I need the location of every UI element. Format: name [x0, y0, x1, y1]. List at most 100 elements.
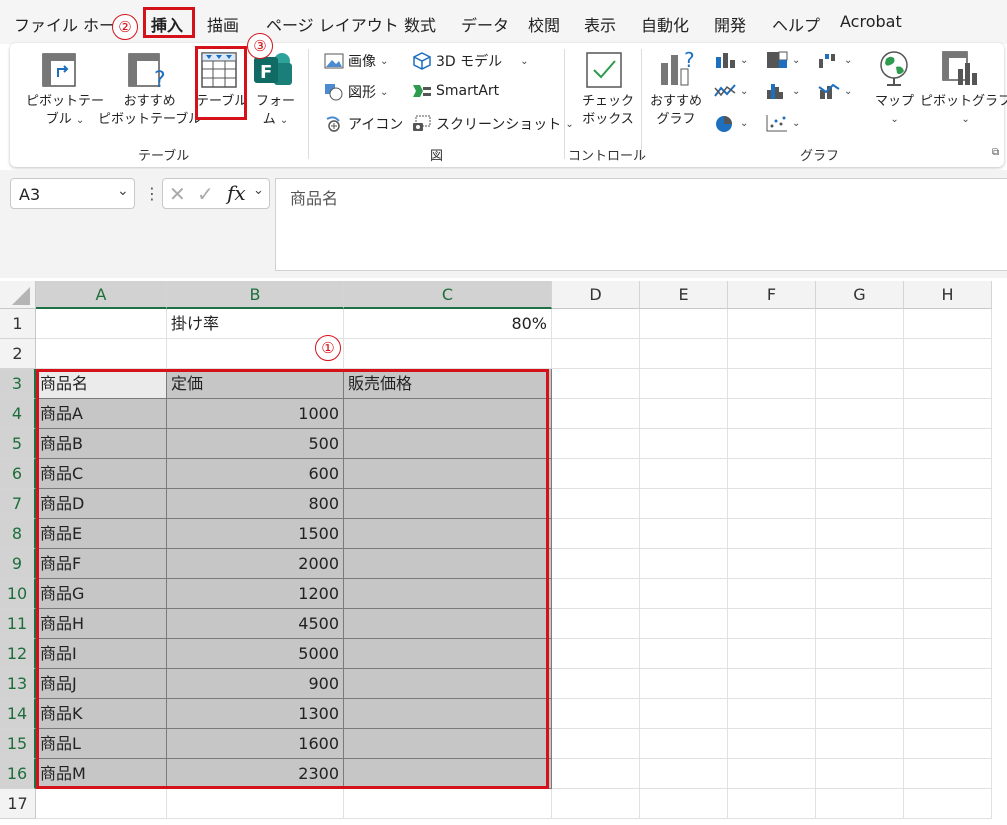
- cell-g3[interactable]: [816, 369, 904, 399]
- recommended-pivot-button[interactable]: ?: [126, 51, 170, 95]
- more-options-icon[interactable]: ⋮: [144, 184, 160, 203]
- cell-f1[interactable]: [728, 309, 816, 339]
- menu-automate[interactable]: 自動化: [641, 12, 689, 36]
- cell-h17[interactable]: [904, 789, 992, 819]
- cell-e4[interactable]: [640, 399, 728, 429]
- cell-d14[interactable]: [552, 699, 640, 729]
- chevron-down-icon[interactable]: ⌄: [253, 183, 264, 198]
- menu-acrobat[interactable]: Acrobat: [840, 12, 902, 31]
- cell-d11[interactable]: [552, 609, 640, 639]
- cell-d10[interactable]: [552, 579, 640, 609]
- cell-f11[interactable]: [728, 609, 816, 639]
- cell-h14[interactable]: [904, 699, 992, 729]
- column-header-d[interactable]: D: [552, 281, 640, 309]
- scatter-chart-button[interactable]: ⌄: [766, 114, 800, 132]
- smartart-button[interactable]: SmartArt: [412, 82, 499, 100]
- cell-f15[interactable]: [728, 729, 816, 759]
- statistic-chart-button[interactable]: ⌄: [766, 82, 800, 100]
- cell-e15[interactable]: [640, 729, 728, 759]
- menu-page-layout[interactable]: ページ レイアウト: [266, 12, 399, 36]
- cell-f4[interactable]: [728, 399, 816, 429]
- cell-h5[interactable]: [904, 429, 992, 459]
- cell-h4[interactable]: [904, 399, 992, 429]
- cell-d5[interactable]: [552, 429, 640, 459]
- cell-h6[interactable]: [904, 459, 992, 489]
- cell-e6[interactable]: [640, 459, 728, 489]
- row-header-3[interactable]: 3: [0, 369, 36, 399]
- maps-button[interactable]: [876, 49, 912, 93]
- cell-h15[interactable]: [904, 729, 992, 759]
- icons-button[interactable]: アイコン: [324, 114, 403, 134]
- cell-d4[interactable]: [552, 399, 640, 429]
- cell-b17[interactable]: [167, 789, 344, 819]
- row-header-7[interactable]: 7: [0, 489, 36, 519]
- menu-view[interactable]: 表示: [584, 12, 616, 36]
- cell-h8[interactable]: [904, 519, 992, 549]
- cell-f14[interactable]: [728, 699, 816, 729]
- cell-d9[interactable]: [552, 549, 640, 579]
- column-header-b[interactable]: B: [167, 281, 344, 309]
- cell-d7[interactable]: [552, 489, 640, 519]
- row-header-13[interactable]: 13: [0, 669, 36, 699]
- formula-input[interactable]: 商品名: [275, 178, 1007, 271]
- cell-f3[interactable]: [728, 369, 816, 399]
- cancel-icon[interactable]: ✕: [169, 182, 186, 206]
- column-chart-button[interactable]: ⌄: [714, 51, 748, 69]
- cell-e14[interactable]: [640, 699, 728, 729]
- cell-g14[interactable]: [816, 699, 904, 729]
- dialog-launcher-icon[interactable]: ⧉: [992, 147, 999, 158]
- cell-g7[interactable]: [816, 489, 904, 519]
- cell-f10[interactable]: [728, 579, 816, 609]
- cell-e13[interactable]: [640, 669, 728, 699]
- cell-b1[interactable]: 掛け率: [167, 309, 344, 339]
- cell-d6[interactable]: [552, 459, 640, 489]
- cell-e10[interactable]: [640, 579, 728, 609]
- cell-d15[interactable]: [552, 729, 640, 759]
- shapes-button[interactable]: 図形 ⌄: [324, 82, 388, 102]
- cell-c2[interactable]: [344, 339, 552, 369]
- cell-f9[interactable]: [728, 549, 816, 579]
- cell-h11[interactable]: [904, 609, 992, 639]
- row-header-17[interactable]: 17: [0, 789, 36, 819]
- cell-e1[interactable]: [640, 309, 728, 339]
- column-header-f[interactable]: F: [728, 281, 816, 309]
- menu-data[interactable]: データ: [461, 12, 509, 36]
- cell-f16[interactable]: [728, 759, 816, 789]
- cell-f12[interactable]: [728, 639, 816, 669]
- row-header-12[interactable]: 12: [0, 639, 36, 669]
- row-header-15[interactable]: 15: [0, 729, 36, 759]
- cell-g1[interactable]: [816, 309, 904, 339]
- cell-d13[interactable]: [552, 669, 640, 699]
- picture-button[interactable]: 画像 ⌄: [324, 51, 388, 71]
- menu-formulas[interactable]: 数式: [404, 12, 436, 36]
- row-header-11[interactable]: 11: [0, 609, 36, 639]
- 3d-models-button[interactable]: 3D モデル ⌄: [412, 51, 529, 71]
- cell-h1[interactable]: [904, 309, 992, 339]
- waterfall-chart-button[interactable]: ⌄: [818, 51, 852, 69]
- row-header-9[interactable]: 9: [0, 549, 36, 579]
- cell-h7[interactable]: [904, 489, 992, 519]
- cell-e9[interactable]: [640, 549, 728, 579]
- cell-c17[interactable]: [344, 789, 552, 819]
- row-header-2[interactable]: 2: [0, 339, 36, 369]
- cell-d1[interactable]: [552, 309, 640, 339]
- cell-f8[interactable]: [728, 519, 816, 549]
- cell-d17[interactable]: [552, 789, 640, 819]
- menu-help[interactable]: ヘルプ: [772, 12, 820, 36]
- cell-g12[interactable]: [816, 639, 904, 669]
- screenshot-button[interactable]: スクリーンショット ⌄: [412, 114, 574, 134]
- combo-chart-button[interactable]: ⌄: [818, 82, 852, 100]
- cell-f13[interactable]: [728, 669, 816, 699]
- checkbox-button[interactable]: [585, 51, 623, 93]
- select-all-button[interactable]: [0, 281, 36, 309]
- cell-e8[interactable]: [640, 519, 728, 549]
- cell-e11[interactable]: [640, 609, 728, 639]
- menu-home[interactable]: ホーム: [83, 12, 115, 36]
- row-header-4[interactable]: 4: [0, 399, 36, 429]
- cell-h12[interactable]: [904, 639, 992, 669]
- column-header-a[interactable]: A: [36, 281, 167, 309]
- cell-e7[interactable]: [640, 489, 728, 519]
- cell-g8[interactable]: [816, 519, 904, 549]
- cell-f17[interactable]: [728, 789, 816, 819]
- cell-e17[interactable]: [640, 789, 728, 819]
